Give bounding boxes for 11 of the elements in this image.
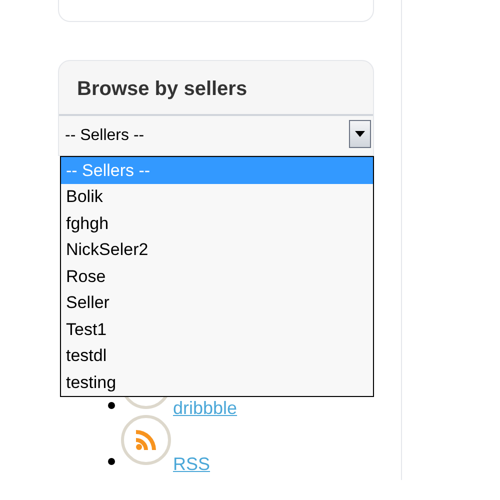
bullet-icon xyxy=(108,458,115,465)
dropdown-option[interactable]: NickSeler2 xyxy=(61,236,373,263)
dropdown-option[interactable]: fghgh xyxy=(61,210,373,236)
bullet-icon xyxy=(108,402,115,409)
dropdown-option[interactable]: Bolik xyxy=(61,184,373,210)
panel-title: Browse by sellers xyxy=(76,76,248,102)
dropdown-option[interactable]: testdl xyxy=(61,342,373,369)
dropdown-option[interactable]: Test1 xyxy=(61,316,373,342)
dropdown-option[interactable]: Rose xyxy=(61,263,373,290)
dropdown-option[interactable]: Seller xyxy=(61,290,373,316)
dropdown-option[interactable]: testing xyxy=(61,369,373,396)
